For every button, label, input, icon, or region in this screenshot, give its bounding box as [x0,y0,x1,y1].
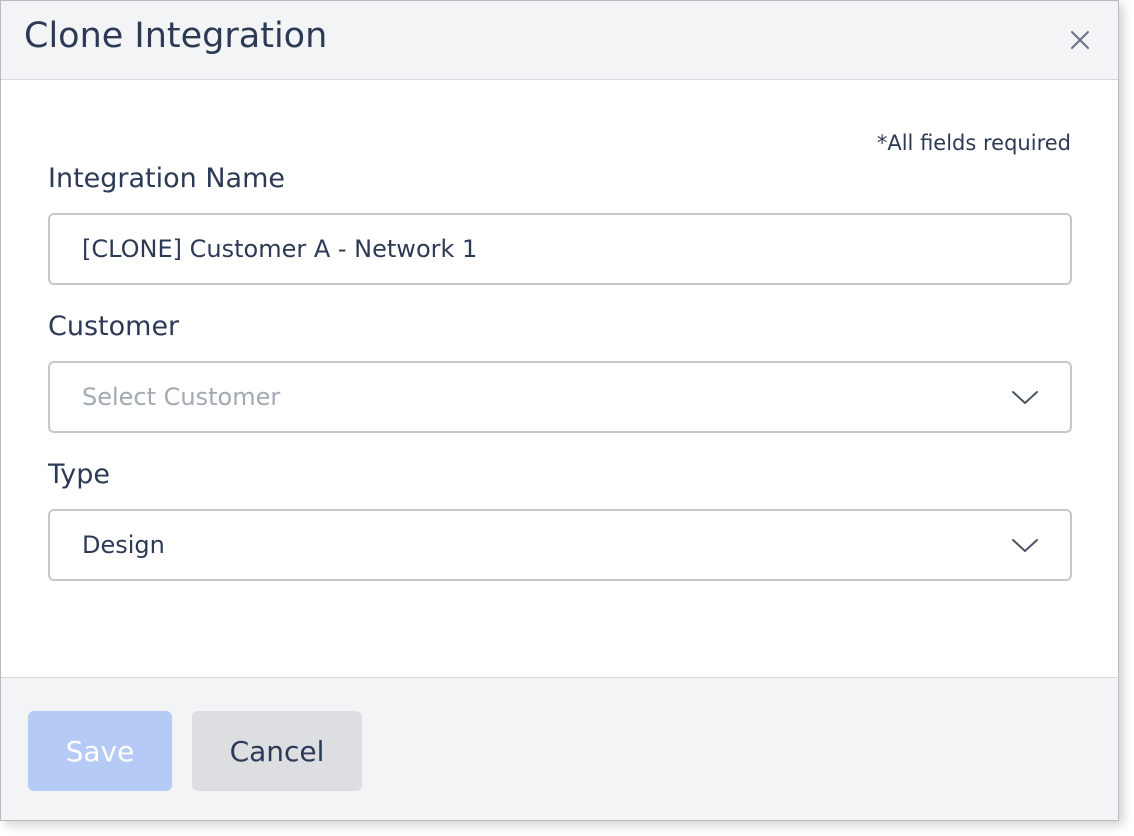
chevron-down-icon [1012,539,1038,552]
integration-name-label: Integration Name [48,163,286,194]
modal-footer: Save Cancel [1,677,1118,820]
customer-label: Customer [48,311,180,342]
type-select[interactable]: Design [48,509,1072,581]
integration-name-field-box [48,213,1072,285]
close-icon [1071,31,1089,49]
type-select-value: Design [82,531,165,559]
cancel-button[interactable]: Cancel [192,711,362,791]
customer-select[interactable]: Select Customer [48,361,1072,433]
clone-integration-modal: Clone Integration *All fields required I… [0,0,1119,821]
modal-title: Clone Integration [24,16,328,56]
modal-header: Clone Integration [1,1,1118,80]
modal-body: *All fields required Integration Name Cu… [1,80,1118,677]
chevron-down-icon [1012,391,1038,404]
type-label: Type [48,459,111,490]
save-button[interactable]: Save [28,711,172,791]
customer-select-placeholder: Select Customer [82,383,281,411]
required-note: *All fields required [876,131,1071,155]
integration-name-input[interactable] [50,215,1070,283]
close-button[interactable] [1066,26,1094,54]
